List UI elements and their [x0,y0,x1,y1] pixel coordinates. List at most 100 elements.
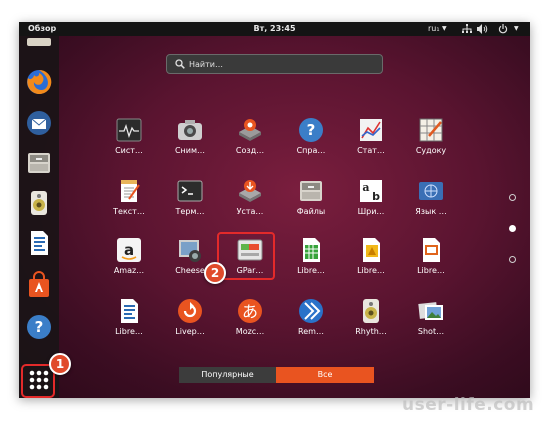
svg-text:a: a [124,241,134,259]
app-label: Судоку [415,146,447,155]
app-statistics[interactable]: Стат… [343,114,399,172]
help-icon: ? [299,118,323,142]
app-label: Rhyth… [355,327,387,336]
search-input[interactable] [189,57,377,71]
view-switcher: Популярные Все [179,367,374,383]
tab-all[interactable]: Все [276,367,374,383]
app-label: Mozc… [235,327,265,336]
step-badge-1: 1 [49,353,71,375]
volume-icon[interactable] [477,22,488,39]
app-label: Libre… [417,266,445,275]
dock-item-software[interactable] [24,270,54,300]
writer-document-icon [31,231,48,255]
app-label: Сист… [115,146,143,155]
libreoffice-draw-icon [363,238,380,262]
app-label: Терм… [175,207,205,216]
app-label: Уста… [236,207,264,216]
shopping-bag-icon [29,271,49,297]
app-label: Rem… [298,327,324,336]
app-libreoffice-impress[interactable]: Libre… [403,234,459,292]
terminal-icon [177,180,203,202]
app-amazon[interactable]: a Amaz… [101,234,157,292]
app-help[interactable]: ? Спра… [283,114,339,172]
text-editor-icon [121,180,140,202]
app-terminal[interactable]: Терм… [162,175,218,233]
app-screenshot[interactable]: Сним… [162,114,218,172]
svg-text:?: ? [35,318,44,336]
dock-item-thunderbird[interactable] [24,108,54,138]
app-livepatch[interactable]: Livep… [162,295,218,353]
firefox-icon [27,69,52,94]
shotwell-icon [418,302,443,320]
app-label: Amaz… [113,266,145,275]
app-text-editor[interactable]: Текст… [101,175,157,233]
page-indicator-2[interactable] [509,225,516,232]
app-label: Файлы [296,207,326,216]
libreoffice-impress-icon [423,238,440,262]
fonts-icon: ab [360,180,382,203]
sudoku-icon [419,118,443,142]
app-label: Стат… [357,146,385,155]
dock-item-firefox[interactable] [24,67,54,97]
app-label: Созд… [235,146,265,155]
app-remmina[interactable]: Rem… [283,295,339,353]
mozc-icon: あ [238,299,262,323]
app-label: Libre… [115,327,143,336]
app-files[interactable]: Файлы [283,175,339,233]
clock[interactable]: Вт, 23:45 [19,22,530,36]
app-label: Livep… [175,327,205,336]
page-indicator-1[interactable] [509,194,516,201]
dock-item-rhythmbox[interactable] [24,188,54,218]
remmina-icon [299,299,323,323]
livepatch-icon [178,299,202,323]
search-box[interactable] [166,54,383,74]
ubuntu-desktop: Обзор Вт, 23:45 ru₁ ▼ ▼ ? Найти… Сист… С… [19,22,530,398]
app-libreoffice-draw[interactable]: Libre… [343,234,399,292]
app-software-installer[interactable]: Уста… [222,175,278,233]
help-icon: ? [27,315,51,339]
svg-text:b: b [372,190,380,203]
app-label: Язык … [415,207,447,216]
startup-disk-creator-icon [239,119,261,141]
rhythmbox-icon [363,299,379,323]
app-startup-disk-creator[interactable]: Созд… [222,114,278,172]
network-icon[interactable] [462,22,472,39]
tab-popular[interactable]: Популярные [179,367,276,383]
svg-text:?: ? [307,121,316,139]
chevron-down-icon: ▼ [442,25,447,32]
cheese-icon [179,240,201,262]
dock-item-files[interactable] [24,148,54,178]
thunderbird-icon [27,111,51,135]
app-label: Сним… [174,146,206,155]
app-label: Шри… [357,207,385,216]
search-icon [175,59,185,69]
app-label: Текст… [113,207,145,216]
dock-item-help[interactable]: ? [24,312,54,342]
screenshot-icon [178,120,202,140]
software-installer-icon [239,180,261,202]
app-label: Спра… [296,146,326,155]
app-label: Libre… [357,266,385,275]
libreoffice-writer-icon [121,299,138,323]
app-libreoffice-writer[interactable]: Libre… [101,295,157,353]
language-support-icon [419,182,443,200]
app-language-support[interactable]: Язык … [403,175,459,233]
system-monitor-icon [116,118,142,142]
dock-item-writer[interactable] [24,228,54,258]
dock-item-partial[interactable] [24,37,54,49]
top-bar: Обзор Вт, 23:45 ru₁ ▼ ▼ [19,22,530,36]
app-shotwell[interactable]: Shot… [403,295,459,353]
app-mozc[interactable]: あ Mozc… [222,295,278,353]
app-fonts[interactable]: a b Шри… [343,175,399,233]
svg-text:a: a [362,181,369,194]
app-label: Libre… [297,266,325,275]
step-badge-2: 2 [204,262,226,284]
app-system-monitor[interactable]: Сист… [101,114,157,172]
page-indicator-3[interactable] [509,256,516,263]
power-icon[interactable] [498,22,508,39]
app-rhythmbox[interactable]: Rhyth… [343,295,399,353]
keyboard-layout-indicator[interactable]: ru₁ [428,22,440,36]
app-sudoku[interactable]: Судоку [403,114,459,172]
libreoffice-calc-icon [303,238,320,262]
app-libreoffice-calc[interactable]: Libre… [283,234,339,292]
